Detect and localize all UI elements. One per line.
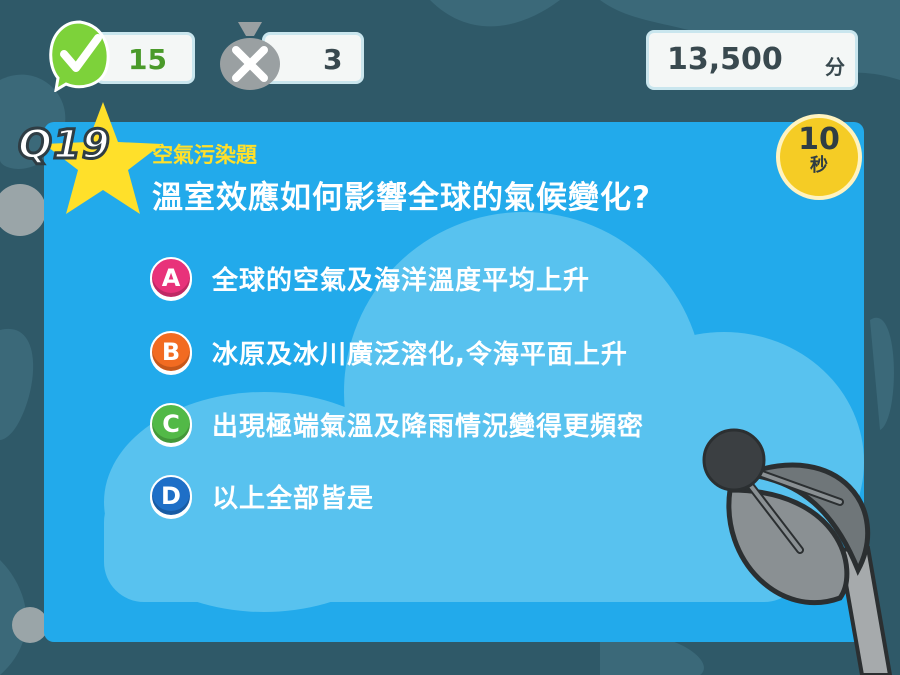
option-b[interactable]: B 冰原及冰川廣泛溶化,令海平面上升: [150, 329, 628, 375]
option-a-text: 全球的空氣及海洋溫度平均上升: [212, 265, 591, 296]
option-b-text: 冰原及冰川廣泛溶化,令海平面上升: [212, 339, 628, 370]
option-c[interactable]: C 出現極端氣溫及降雨情況變得更頻密: [150, 401, 644, 447]
option-d-badge: D: [150, 475, 192, 517]
question-number: Q19: [17, 121, 112, 170]
timer-unit: 秒: [810, 155, 828, 176]
timer-value: 10: [798, 122, 840, 157]
score-unit: 分: [825, 55, 845, 79]
option-c-badge: C: [150, 403, 192, 445]
option-d[interactable]: D 以上全部皆是: [150, 473, 374, 519]
option-d-text: 以上全部皆是: [212, 483, 375, 514]
score-box: 13,500 分: [646, 30, 858, 90]
question-text: 溫室效應如何影響全球的氣候變化?: [152, 180, 651, 216]
option-a[interactable]: A 全球的空氣及海洋溫度平均上升: [150, 255, 590, 301]
option-c-text: 出現極端氣溫及降雨情況變得更頻密: [212, 411, 645, 442]
wrong-count: 3: [323, 43, 343, 76]
correct-count: 15: [128, 43, 167, 76]
satellite-dish-icon: [702, 428, 893, 675]
score-value: 13,500: [667, 42, 783, 77]
option-b-badge: B: [150, 331, 192, 373]
option-a-badge: A: [150, 257, 192, 299]
question-category: 空氣污染題: [152, 143, 257, 167]
check-leaf-icon: [49, 20, 110, 92]
timer-badge: 10 秒: [776, 114, 862, 200]
x-bag-icon: [220, 22, 280, 90]
